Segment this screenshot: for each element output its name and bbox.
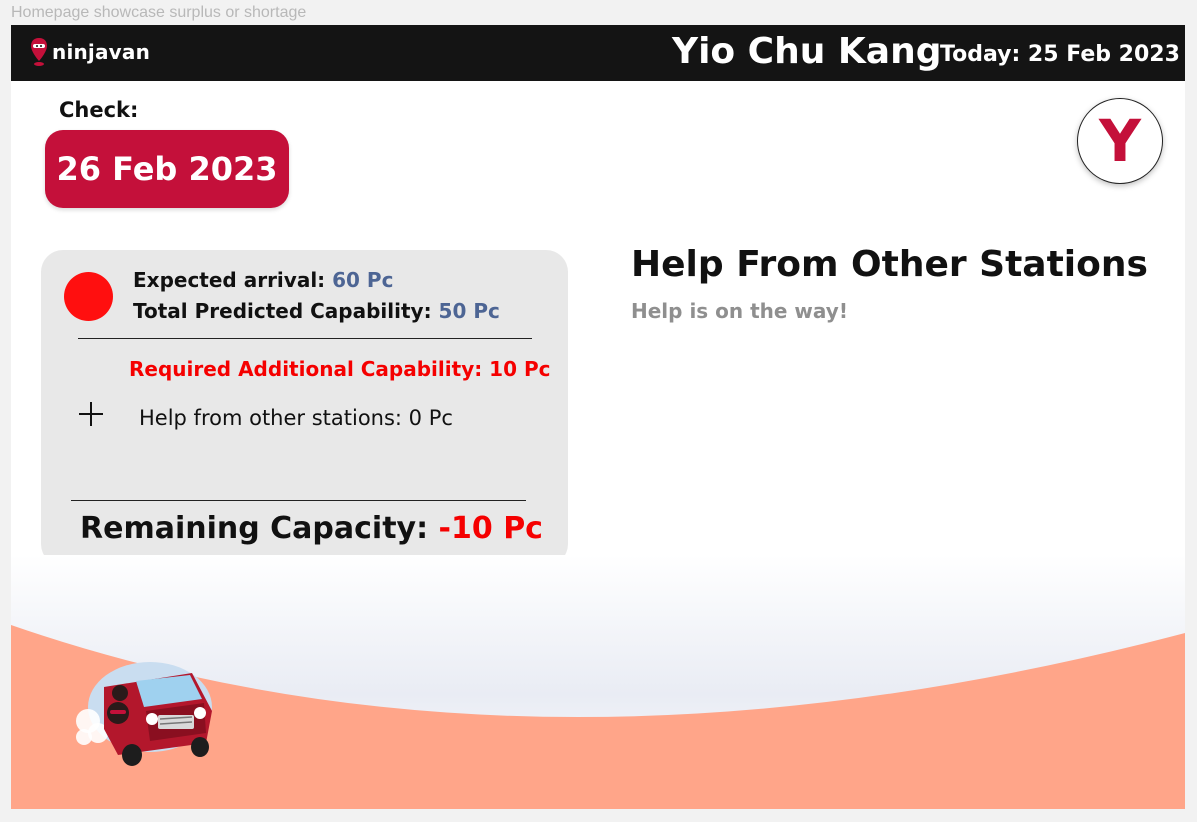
expected-arrival-label: Expected arrival:: [133, 268, 333, 292]
help-panel-title: Help From Other Stations: [631, 244, 1148, 285]
capacity-summary-card: Expected arrival: 60 Pc Total Predicted …: [41, 250, 568, 566]
ninjavan-logo[interactable]: ninjavan: [30, 37, 150, 67]
user-avatar[interactable]: Y: [1077, 98, 1163, 184]
logo-text: ninjavan: [52, 40, 151, 64]
plus-icon: [79, 402, 103, 426]
delivery-van-illustration: [76, 662, 212, 766]
help-from-other-stations: Help from other stations: 0 Pc: [139, 406, 453, 430]
check-date-button[interactable]: 26 Feb 2023: [45, 130, 289, 208]
divider: [78, 338, 532, 339]
check-label: Check:: [59, 98, 139, 122]
required-additional-capability: Required Additional Capability: 10 Pc: [129, 357, 551, 381]
station-name: Yio Chu Kang: [672, 31, 942, 72]
top-bar: ninjavan Yio Chu Kang Today: 25 Feb 2023: [11, 25, 1185, 81]
homepage-frame: ninjavan Yio Chu Kang Today: 25 Feb 2023…: [11, 25, 1185, 809]
capability-label: Total Predicted Capability:: [133, 299, 439, 323]
expected-arrival-value: 60 Pc: [332, 268, 394, 292]
canvas-caption: Homepage showcase surplus or shortage: [11, 4, 307, 21]
help-panel-subtitle: Help is on the way!: [631, 299, 848, 323]
divider: [71, 500, 526, 501]
capability-value: 50 Pc: [438, 299, 500, 323]
expected-arrival: Expected arrival: 60 Pc: [133, 268, 393, 292]
today-date: Today: 25 Feb 2023: [940, 42, 1180, 67]
ninja-pin-icon: [31, 38, 47, 66]
status-indicator: [64, 272, 113, 321]
remaining-capacity-value: -10 Pc: [438, 511, 543, 546]
remaining-capacity-label: Remaining Capacity:: [80, 511, 439, 546]
remaining-capacity: Remaining Capacity: -10 Pc: [80, 511, 543, 546]
total-predicted-capability: Total Predicted Capability: 50 Pc: [133, 299, 500, 323]
